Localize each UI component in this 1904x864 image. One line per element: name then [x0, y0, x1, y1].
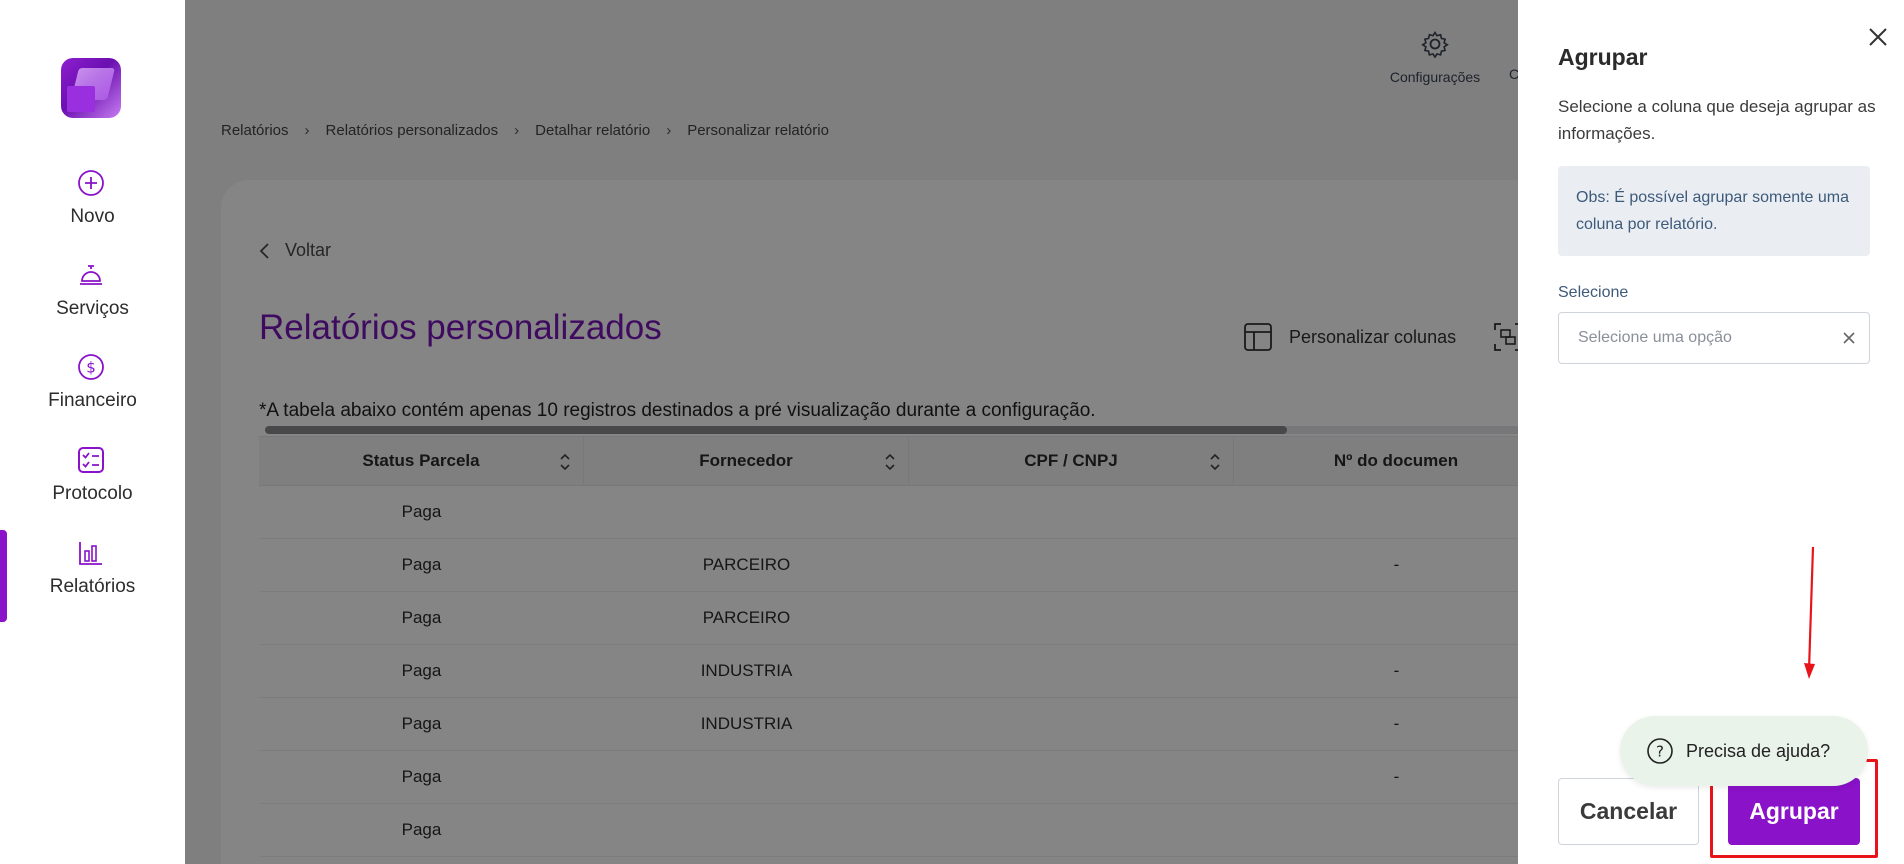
- app-logo[interactable]: [61, 58, 121, 118]
- drawer-title: Agrupar: [1558, 44, 1648, 70]
- sidebar: Novo Serviços $ Financeiro Protocolo Rel…: [0, 0, 185, 864]
- dollar-circle-icon: $: [78, 354, 104, 380]
- sidebar-item-label: Novo: [70, 206, 115, 227]
- sidebar-item-financeiro[interactable]: $ Financeiro: [0, 352, 185, 432]
- sidebar-item-label: Relatórios: [49, 576, 136, 597]
- svg-text:$: $: [86, 359, 96, 377]
- service-bell-icon: [80, 265, 102, 285]
- modal-backdrop[interactable]: [185, 0, 1519, 864]
- close-icon[interactable]: [1865, 24, 1891, 50]
- drawer-description: Selecione a coluna que deseja agrupar as…: [1558, 97, 1876, 143]
- sidebar-item-label: Serviços: [56, 298, 129, 319]
- clear-icon[interactable]: [1841, 330, 1857, 346]
- bar-chart-icon: [79, 542, 102, 565]
- sidebar-item-label: Financeiro: [48, 390, 137, 411]
- select-label: Selecione: [1558, 284, 1629, 301]
- select-placeholder: Selecione uma opção: [1578, 329, 1732, 346]
- column-select[interactable]: Selecione uma opção: [1558, 312, 1870, 364]
- plus-circle-icon: [78, 170, 104, 196]
- sidebar-item-label: Protocolo: [52, 483, 133, 504]
- help-label: Precisa de ajuda?: [1686, 740, 1831, 761]
- annotation-arrow: [1804, 546, 1815, 679]
- svg-text:?: ?: [1656, 743, 1664, 761]
- active-indicator: [0, 530, 7, 622]
- cancel-button[interactable]: Cancelar: [1558, 778, 1699, 845]
- checklist-icon: [78, 447, 104, 473]
- sidebar-item-servicos[interactable]: Serviços: [0, 260, 185, 340]
- question-circle-icon: ?: [1647, 738, 1673, 764]
- group-drawer: Agrupar Selecione a coluna que deseja ag…: [1518, 0, 1904, 864]
- info-box: Obs: É possível agrupar somente uma colu…: [1558, 166, 1870, 256]
- sidebar-item-novo[interactable]: Novo: [0, 168, 185, 248]
- sidebar-item-protocolo[interactable]: Protocolo: [0, 445, 185, 525]
- help-button[interactable]: ? Precisa de ajuda?: [1620, 716, 1868, 786]
- sidebar-item-relatorios[interactable]: Relatórios: [0, 538, 185, 618]
